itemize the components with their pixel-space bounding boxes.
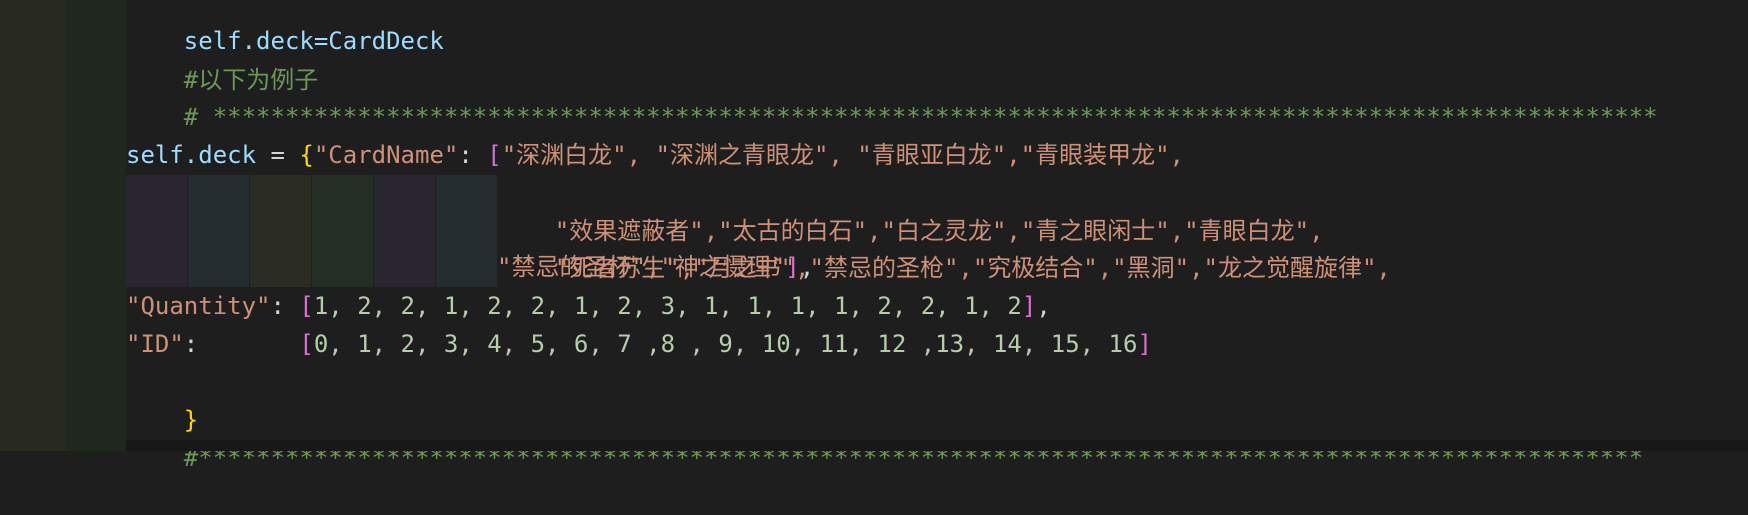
code-line-4[interactable]: self.deck = {"CardName": ["深渊白龙", "深渊之青眼… bbox=[126, 136, 1184, 174]
colon-token: : bbox=[458, 141, 488, 169]
key-token: "ID" bbox=[126, 330, 184, 358]
bracket-token: ] bbox=[1021, 292, 1037, 320]
comment-text: # **************************************… bbox=[183, 103, 1658, 131]
code-line-2[interactable]: # **************************************… bbox=[126, 60, 1658, 131]
key-token: "Quantity" bbox=[126, 292, 271, 320]
code-line-1[interactable]: #以下为例子 bbox=[126, 23, 318, 94]
string-list: "深渊白龙", "深渊之青眼龙", "青眼亚白龙","青眼装甲龙", bbox=[501, 141, 1185, 169]
code-line-9[interactable]: "ID": [0, 1, 2, 3, 4, 5, 6, 7 ,8 , 9, 10… bbox=[126, 325, 1152, 363]
editor-gutter-left bbox=[0, 0, 66, 451]
key-token: "CardName" bbox=[313, 141, 459, 169]
bracket-token: [ bbox=[299, 330, 314, 358]
bracket-token: [ bbox=[487, 141, 502, 169]
code-line-0[interactable]: self.deck=CardDeck bbox=[126, 0, 444, 55]
colon-token: : bbox=[270, 292, 300, 320]
editor-gutter-indent bbox=[66, 0, 126, 451]
bracket-token: [ bbox=[299, 292, 314, 320]
code-line-11[interactable]: #***************************************… bbox=[126, 401, 1643, 472]
bracket-token: ] bbox=[785, 253, 800, 281]
bracket-token: ] bbox=[1137, 330, 1152, 358]
code-line-6[interactable]: "死者苏生","月之书","禁忌的圣枪","究极结合","黑洞","龙之觉醒旋律… bbox=[497, 211, 1391, 282]
comma-token: , bbox=[799, 253, 815, 281]
gutter-bottom-left bbox=[0, 440, 66, 451]
code-line-5[interactable]: "效果遮蔽者","太古的白石","白之灵龙","青之眼闲士","青眼白龙", bbox=[497, 174, 1324, 245]
string-list: "禁忌的圣杯","神之慑理" bbox=[497, 253, 786, 281]
number-list: 1, 2, 2, 1, 2, 2, 1, 2, 3, 1, 1, 1, 1, 2… bbox=[313, 292, 1022, 320]
gutter-bottom-mid bbox=[66, 440, 126, 451]
indent-guide-block-1 bbox=[126, 175, 187, 287]
variable-token: self.deck bbox=[126, 141, 257, 169]
colon-token: : bbox=[183, 330, 300, 358]
editor-bottom-edge bbox=[0, 440, 1748, 451]
indent-guide-block-3 bbox=[250, 175, 311, 287]
comma-token: , bbox=[1036, 292, 1051, 320]
code-line-7[interactable]: "禁忌的圣杯","神之慑理"], bbox=[497, 248, 814, 286]
code-line-10[interactable]: } bbox=[126, 363, 198, 434]
number-list: 0, 1, 2, 3, 4, 5, 6, 7 ,8 , 9, 10, 11, 1… bbox=[313, 330, 1138, 358]
indent-guide-block-6 bbox=[436, 175, 497, 287]
indent-guide-block-2 bbox=[188, 175, 249, 287]
indent-guide-block-4 bbox=[312, 175, 373, 287]
code-line-8[interactable]: "Quantity": [1, 2, 2, 1, 2, 2, 1, 2, 3, … bbox=[126, 287, 1051, 325]
brace-token: { bbox=[299, 141, 314, 169]
indent-guide-block-5 bbox=[374, 175, 435, 287]
operator-token: = bbox=[256, 141, 300, 169]
